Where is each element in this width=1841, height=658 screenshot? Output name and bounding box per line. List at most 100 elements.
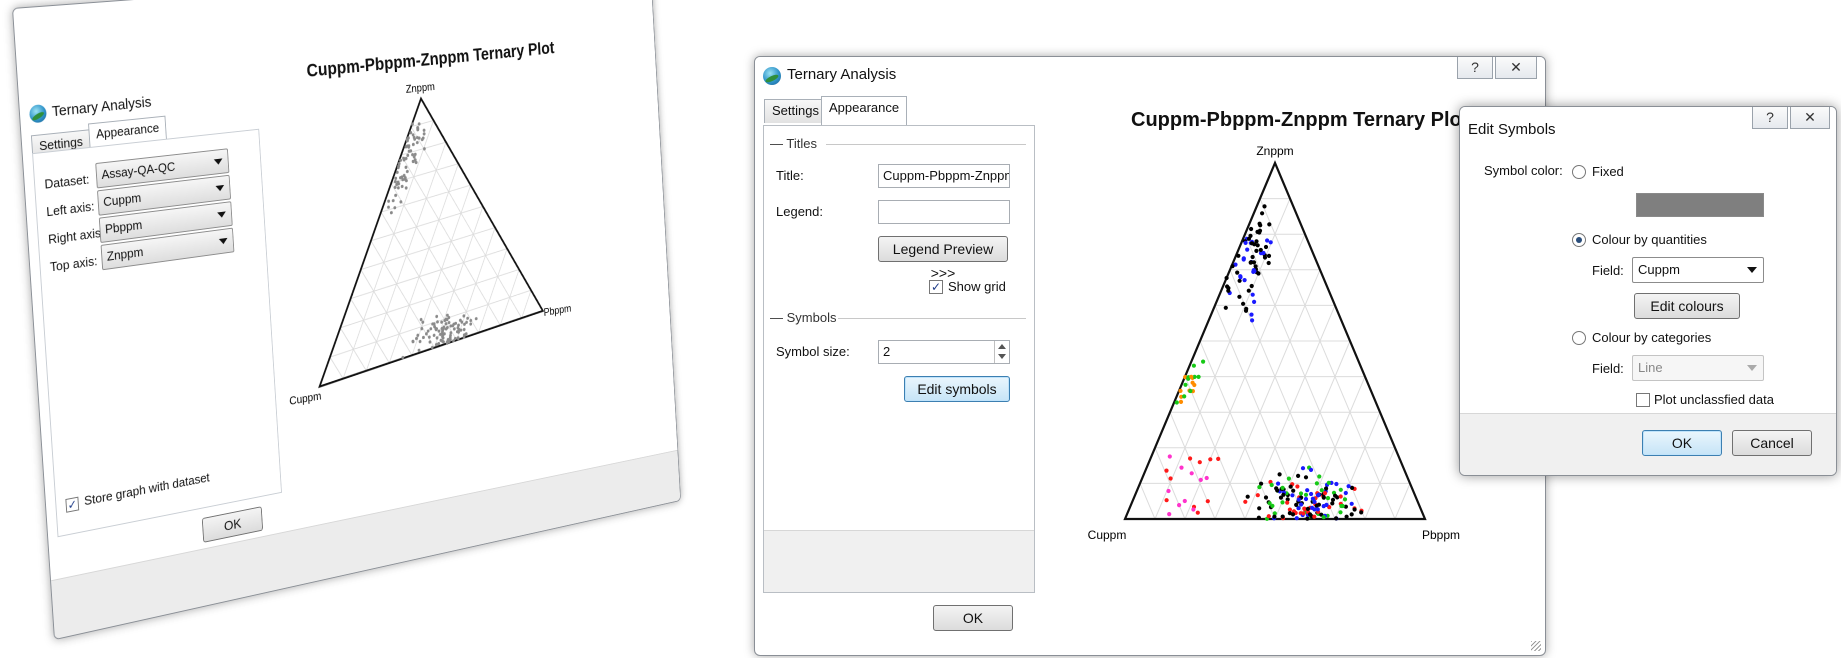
data-point: [1245, 494, 1250, 499]
data-point: [474, 316, 478, 321]
chevron-up-icon[interactable]: [998, 344, 1006, 349]
titlebar: Edit Symbols ? ✕: [1460, 107, 1836, 141]
help-button[interactable]: ?: [1457, 57, 1493, 79]
right-axis-label: Right axis:: [47, 224, 105, 247]
legend-input[interactable]: [878, 200, 1010, 224]
plot-title: Cuppm-Pbppm-Znppm Ternary Plot: [1131, 109, 1469, 131]
plot-unclassified-checkbox[interactable]: [1636, 393, 1650, 407]
data-point: [452, 327, 456, 331]
data-point: [386, 205, 391, 210]
data-point: [1288, 484, 1293, 489]
dataset-value: Assay-QA-QC: [101, 159, 176, 182]
data-point: [1257, 506, 1262, 511]
fixed-radio[interactable]: [1572, 165, 1586, 179]
chevron-down-icon: [217, 211, 227, 219]
edit-colours-button[interactable]: Edit colours: [1634, 293, 1740, 319]
data-point: [1299, 502, 1304, 507]
left-footer: [764, 530, 1034, 592]
data-point: [469, 322, 473, 326]
data-point: [1188, 456, 1193, 461]
data-point: [1205, 499, 1210, 504]
ternary-plot: Znppm Cuppm Pbppm: [289, 81, 572, 408]
data-point: [1197, 460, 1202, 465]
fixed-color-swatch[interactable]: [1636, 193, 1764, 217]
data-point: [1291, 488, 1296, 493]
data-point: [1179, 465, 1184, 470]
data-point: [1237, 294, 1242, 299]
data-point: [1191, 507, 1196, 512]
categories-field-value: Line: [1638, 360, 1663, 375]
data-point: [444, 321, 448, 326]
data-point: [1343, 490, 1348, 496]
data-point: [1201, 359, 1206, 364]
data-point: [1290, 493, 1295, 498]
tab-settings[interactable]: Settings: [764, 99, 827, 123]
chevron-down-icon: [215, 184, 225, 192]
titles-group-text: Titles: [786, 136, 817, 151]
data-point: [1167, 512, 1172, 517]
show-grid-label: Show grid: [948, 279, 1006, 294]
data-point: [1236, 253, 1241, 258]
colour-by-categories-radio[interactable]: [1572, 331, 1586, 345]
data-point: [466, 316, 470, 321]
stepper-arrows[interactable]: [994, 341, 1009, 363]
left-axis-value: Cuppm: [102, 190, 142, 210]
data-point: [1333, 493, 1338, 498]
data-point: [1301, 511, 1306, 516]
divider: [838, 318, 1026, 319]
close-button[interactable]: ✕: [1790, 107, 1830, 129]
dataset-label: Dataset:: [44, 171, 90, 192]
data-point: [1250, 292, 1255, 297]
tab-appearance[interactable]: Appearance: [821, 96, 908, 126]
data-point: [1325, 496, 1331, 501]
grid-line: [359, 228, 496, 270]
data-point: [1316, 492, 1321, 497]
chevron-down-icon: [1747, 365, 1757, 371]
appearance-panel: — Titles Title: Cuppm-Pbppm-Znppm T Lege…: [763, 125, 1035, 593]
store-graph-checkbox[interactable]: ✓: [65, 496, 80, 513]
data-point: [1191, 363, 1196, 368]
edit-symbols-button[interactable]: Edit symbols: [904, 376, 1010, 402]
data-point: [1334, 481, 1339, 487]
window-title: Ternary Analysis: [51, 93, 152, 121]
data-point: [1266, 260, 1271, 266]
ternary-analysis-window-back: Ternary Analysis ? ✕ Settings Appearance…: [12, 0, 681, 641]
categories-field-select[interactable]: Line: [1632, 355, 1764, 381]
data-point: [1253, 264, 1258, 269]
data-point: [1280, 485, 1285, 490]
data-point: [1237, 278, 1242, 283]
chevron-down-icon: [218, 237, 228, 245]
legend-label: Legend:: [776, 204, 823, 219]
data-point: [1266, 253, 1272, 258]
legend-preview-button[interactable]: Legend Preview >>>: [878, 236, 1008, 281]
data-point: [1338, 487, 1343, 492]
data-point: [1316, 502, 1321, 507]
data-point: [1303, 492, 1309, 497]
ok-button[interactable]: OK: [933, 605, 1013, 631]
left-axis-label: Cuppm: [1088, 528, 1127, 542]
chevron-down-icon[interactable]: [998, 354, 1006, 359]
categories-field-label: Field:: [1592, 361, 1624, 376]
data-point: [429, 326, 433, 331]
close-button[interactable]: ✕: [1495, 57, 1537, 79]
ok-button[interactable]: OK: [1642, 430, 1722, 456]
title-input[interactable]: Cuppm-Pbppm-Znppm T: [878, 164, 1010, 188]
data-point: [1300, 466, 1306, 471]
data-point: [1295, 484, 1300, 489]
right-axis-label: Pbppm: [543, 303, 571, 319]
data-point: [1256, 515, 1261, 520]
data-point: [1265, 238, 1270, 243]
data-point: [1275, 488, 1280, 493]
data-point: [1167, 454, 1172, 459]
colour-by-quantities-radio[interactable]: [1572, 233, 1586, 247]
data-point: [427, 335, 431, 339]
data-point: [1238, 275, 1243, 280]
grid-line: [371, 233, 435, 357]
app-logo-icon: [763, 67, 781, 85]
help-button[interactable]: ?: [1752, 107, 1788, 129]
symbol-size-stepper[interactable]: 2: [878, 340, 1010, 364]
cancel-button[interactable]: Cancel: [1732, 430, 1812, 456]
show-grid-checkbox[interactable]: ✓: [929, 280, 943, 294]
resize-grip-icon[interactable]: [1531, 641, 1541, 651]
quantities-field-select[interactable]: Cuppm: [1632, 257, 1764, 283]
